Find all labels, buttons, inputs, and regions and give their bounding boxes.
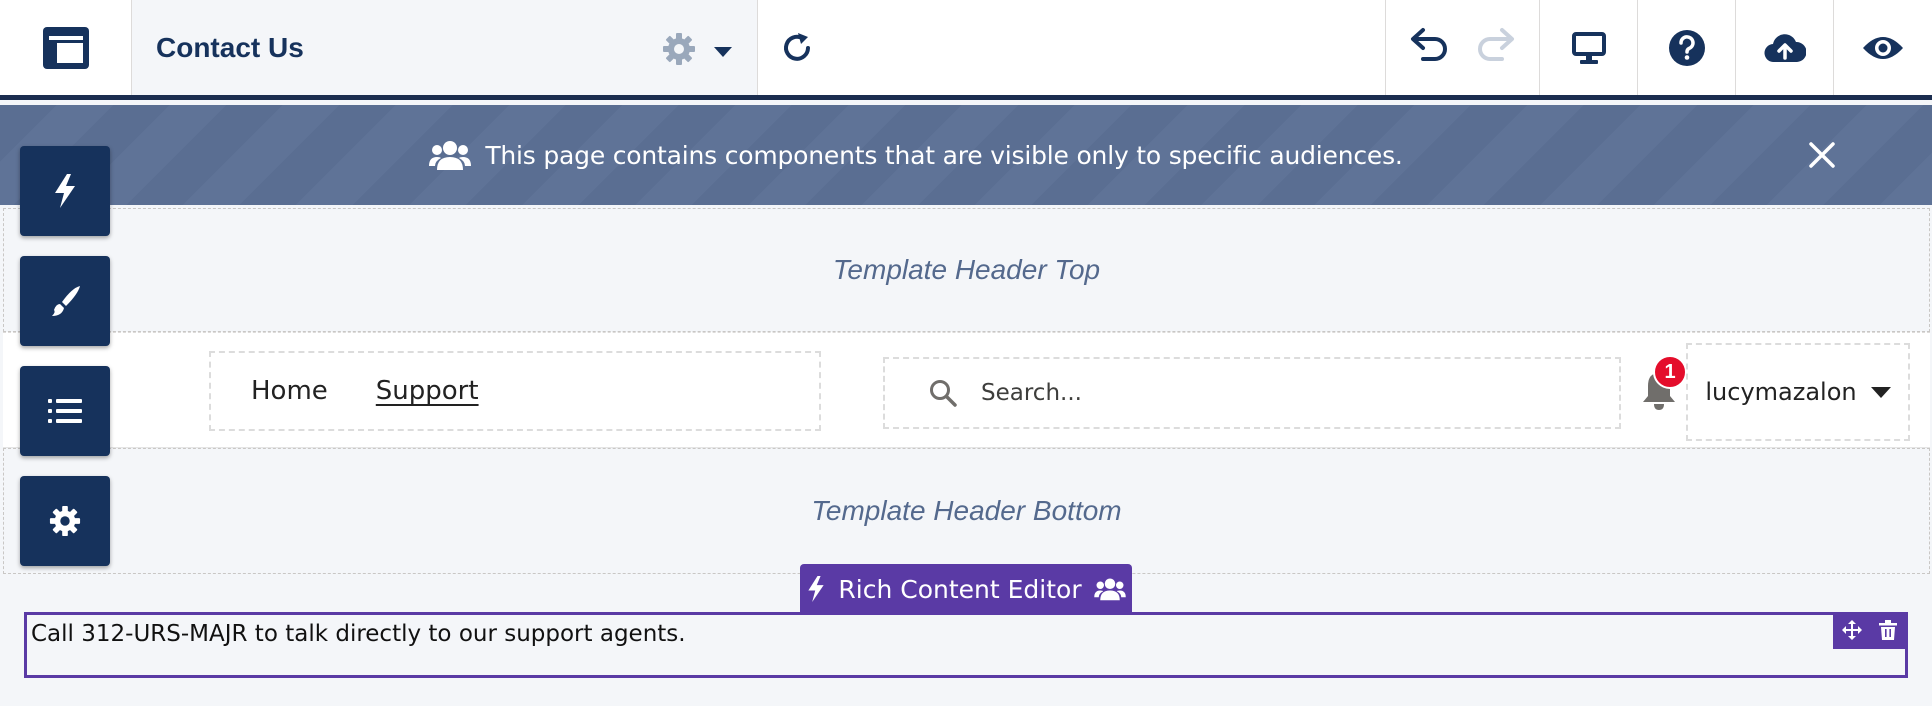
rich-content-editor[interactable]: Call 312-URS-MAJR to talk directly to ou…: [24, 612, 1908, 678]
refresh-icon: [784, 32, 810, 61]
component-actions: [1833, 615, 1905, 649]
theme-panel-button[interactable]: [20, 256, 110, 346]
chevron-down-icon: [1870, 386, 1891, 398]
preview-button[interactable]: [1834, 0, 1932, 95]
search-input[interactable]: [981, 380, 1541, 406]
audience-icon: [1093, 578, 1126, 601]
layout-button[interactable]: [0, 0, 132, 95]
component-label: Rich Content Editor: [838, 574, 1082, 604]
help-button[interactable]: [1638, 0, 1736, 95]
region-label: Template Header Top: [832, 254, 1101, 285]
notification-badge: 1: [1653, 355, 1687, 389]
undo-redo-group: [1386, 0, 1540, 95]
navigation-menu[interactable]: Home Support: [209, 351, 821, 431]
gear-icon: [49, 505, 81, 537]
rich-content-text[interactable]: Call 312-URS-MAJR to talk directly to ou…: [31, 621, 686, 647]
audience-banner: This page contains components that are v…: [0, 105, 1932, 205]
publish-button[interactable]: [1736, 0, 1834, 95]
list-icon: [48, 399, 82, 423]
gear-icon[interactable]: [662, 32, 696, 71]
page-structure-panel-button[interactable]: [20, 366, 110, 456]
desktop-icon: [1571, 31, 1606, 64]
region-header-bottom[interactable]: Template Header Bottom: [3, 448, 1930, 574]
lightning-icon: [55, 174, 75, 208]
brush-icon: [52, 286, 80, 316]
settings-panel-button[interactable]: [20, 476, 110, 566]
region-label: Template Header Bottom: [811, 495, 1122, 526]
banner-message: This page contains components that are v…: [485, 140, 1403, 170]
lightning-icon: [808, 576, 825, 602]
move-icon[interactable]: [1841, 619, 1862, 645]
site-header: Home Support 1 lucymazalon: [3, 332, 1930, 448]
nav-item-support[interactable]: Support: [376, 376, 479, 406]
builder-toolbar: Contact Us: [0, 0, 1932, 100]
rich-content-editor-tab[interactable]: Rich Content Editor: [800, 564, 1132, 614]
user-name: lucymazalon: [1705, 378, 1857, 406]
redo-icon[interactable]: [1476, 27, 1516, 68]
device-preview-button[interactable]: [1540, 0, 1638, 95]
help-icon: [1668, 29, 1705, 66]
page-title: Contact Us: [156, 31, 304, 63]
nav-item-home[interactable]: Home: [251, 376, 328, 406]
components-panel-button[interactable]: [20, 146, 110, 236]
search-component[interactable]: [883, 357, 1621, 429]
refresh-button[interactable]: [758, 0, 838, 95]
user-profile-menu[interactable]: lucymazalon: [1686, 343, 1910, 441]
page-selector[interactable]: Contact Us: [132, 0, 758, 95]
region-header-top[interactable]: Template Header Top: [3, 208, 1930, 332]
search-icon: [930, 380, 957, 407]
eye-icon: [1863, 36, 1903, 59]
delete-icon[interactable]: [1878, 619, 1897, 645]
layout-icon: [42, 26, 89, 69]
cloud-upload-icon: [1764, 33, 1806, 62]
close-icon[interactable]: [1808, 141, 1836, 174]
undo-icon[interactable]: [1409, 27, 1449, 68]
audience-icon: [429, 141, 472, 170]
chevron-down-icon[interactable]: [714, 44, 732, 62]
